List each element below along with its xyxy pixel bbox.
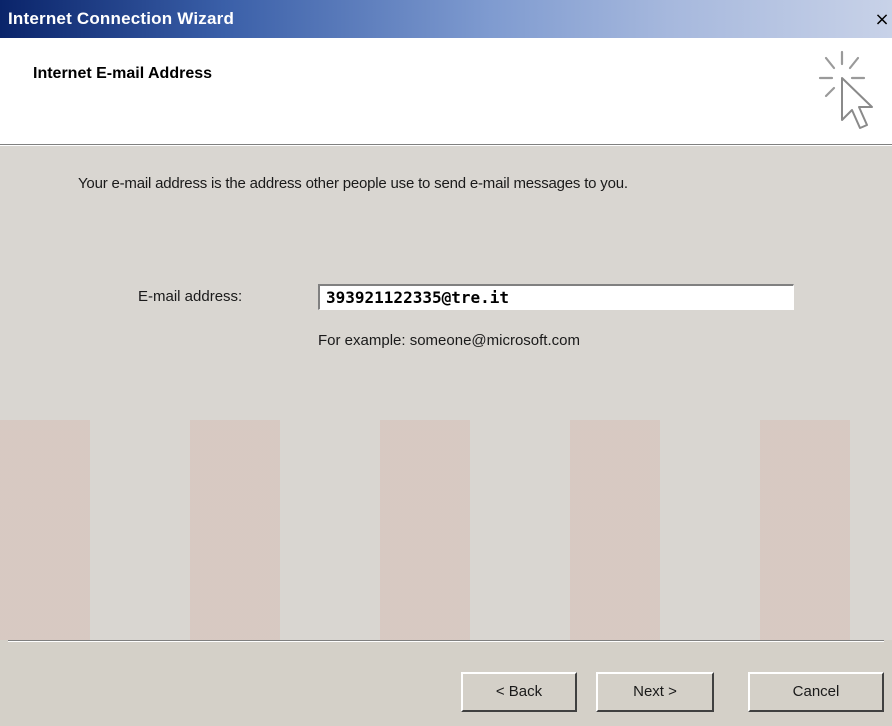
email-example-hint: For example: someone@microsoft.com <box>318 332 580 349</box>
wizard-window: Internet Connection Wizard × Internet E-… <box>0 0 892 726</box>
window-title: Internet Connection Wizard <box>8 9 235 28</box>
wizard-content: Your e-mail address is the address other… <box>0 146 892 640</box>
next-button[interactable]: Next > <box>596 672 714 712</box>
page-title: Internet E-mail Address <box>33 65 213 82</box>
intro-text: Your e-mail address is the address other… <box>78 175 628 192</box>
close-icon[interactable]: × <box>872 10 892 30</box>
wizard-cursor-sparkle-icon <box>818 50 873 129</box>
cancel-button[interactable]: Cancel <box>748 672 884 712</box>
email-label: E-mail address: <box>138 288 243 305</box>
wizard-header: Internet E-mail Address <box>0 38 892 144</box>
background-pattern <box>0 420 892 640</box>
wizard-footer: < Back Next > Cancel <box>0 642 892 726</box>
email-field[interactable] <box>318 284 794 310</box>
back-button[interactable]: < Back <box>461 672 577 712</box>
title-bar[interactable]: Internet Connection Wizard × <box>0 0 892 38</box>
